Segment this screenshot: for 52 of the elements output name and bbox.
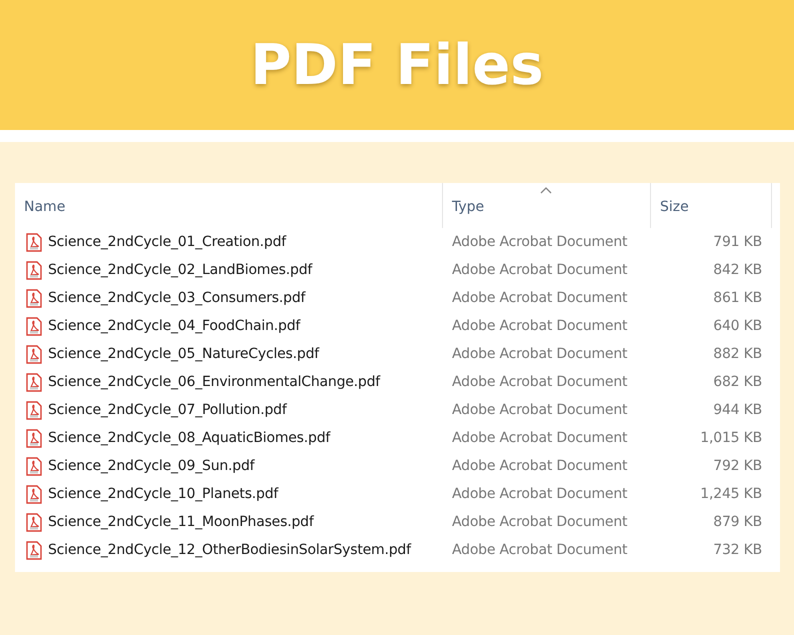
file-type: Adobe Acrobat Document <box>451 402 628 418</box>
pdf-file-icon <box>26 288 42 308</box>
file-size: 879 KB <box>712 514 763 530</box>
file-type: Adobe Acrobat Document <box>451 430 628 446</box>
file-size: 732 KB <box>712 542 763 558</box>
file-size: 861 KB <box>712 290 763 306</box>
file-type: Adobe Acrobat Document <box>451 542 628 558</box>
column-header[interactable]: Type <box>443 183 651 228</box>
file-name[interactable]: Science_2ndCycle_05_NatureCycles.pdf <box>48 346 319 362</box>
file-type: Adobe Acrobat Document <box>451 346 628 362</box>
file-size: 792 KB <box>712 458 763 474</box>
file-name[interactable]: Science_2ndCycle_06_EnvironmentalChange.pdf <box>48 374 380 390</box>
file-name[interactable]: Science_2ndCycle_03_Consumers.pdf <box>48 290 306 306</box>
column-header[interactable]: Name <box>15 183 443 228</box>
file-type: Adobe Acrobat Document <box>451 458 628 474</box>
pdf-file-icon <box>26 260 42 280</box>
file-name[interactable]: Science_2ndCycle_07_Pollution.pdf <box>48 402 287 418</box>
file-name[interactable]: Science_2ndCycle_11_MoonPhases.pdf <box>48 514 314 530</box>
pdf-file-icon <box>26 484 42 504</box>
pdf-file-icon <box>26 540 42 560</box>
file-type: Adobe Acrobat Document <box>451 262 628 278</box>
pdf-file-icon <box>26 428 42 448</box>
file-name[interactable]: Science_2ndCycle_09_Sun.pdf <box>48 458 254 474</box>
file-type: Adobe Acrobat Document <box>451 290 628 306</box>
file-size: 682 KB <box>712 374 763 390</box>
file-size: 944 KB <box>712 402 763 418</box>
file-type: Adobe Acrobat Document <box>451 318 628 334</box>
file-size: 640 KB <box>712 318 763 334</box>
column-header[interactable]: Size <box>651 183 772 228</box>
file-size: 1,015 KB <box>699 430 763 446</box>
pdf-file-icon <box>26 372 42 392</box>
file-name[interactable]: Science_2ndCycle_12_OtherBodiesinSolarSystem.pdf <box>48 542 411 558</box>
file-name[interactable]: Science_2ndCycle_01_Creation.pdf <box>48 234 286 250</box>
file-name[interactable]: Science_2ndCycle_02_LandBiomes.pdf <box>48 262 312 278</box>
banner-title: PDF Files <box>250 32 544 98</box>
file-size: 791 KB <box>712 234 763 250</box>
file-size: 1,245 KB <box>699 486 763 502</box>
file-type: Adobe Acrobat Document <box>451 486 628 502</box>
file-type: Adobe Acrobat Document <box>451 514 628 530</box>
pdf-file-icon <box>26 344 42 364</box>
file-type: Adobe Acrobat Document <box>451 234 628 250</box>
file-size: 882 KB <box>712 346 763 362</box>
file-name[interactable]: Science_2ndCycle_10_Planets.pdf <box>48 486 278 502</box>
pdf-file-icon <box>26 316 42 336</box>
file-name[interactable]: Science_2ndCycle_08_AquaticBiomes.pdf <box>48 430 330 446</box>
file-name[interactable]: Science_2ndCycle_04_FoodChain.pdf <box>48 318 300 334</box>
file-size: 842 KB <box>712 262 763 278</box>
file-type: Adobe Acrobat Document <box>451 374 628 390</box>
pdf-file-icon <box>26 232 42 252</box>
pdf-file-icon <box>26 456 42 476</box>
pdf-file-icon <box>26 400 42 420</box>
pdf-file-icon <box>26 512 42 532</box>
